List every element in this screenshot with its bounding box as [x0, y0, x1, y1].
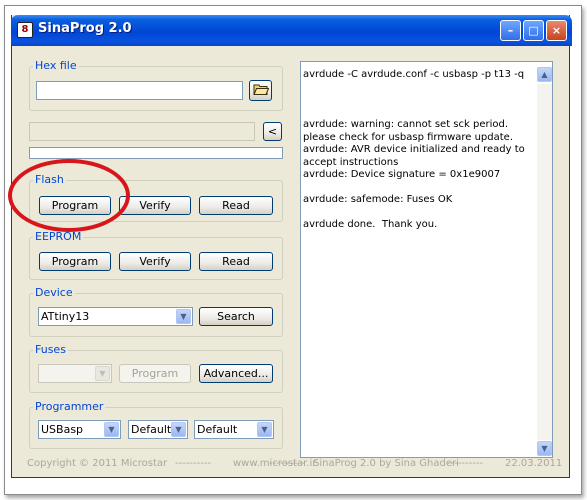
- fuses-program-button[interactable]: Program: [119, 364, 191, 383]
- eeprom-program-button[interactable]: Program: [39, 252, 111, 271]
- device-selected-value: ATtiny13: [41, 310, 90, 323]
- folder-open-icon: [252, 84, 269, 95]
- chevron-down-icon[interactable]: ▼: [104, 422, 119, 437]
- fuses-label: Fuses: [33, 343, 68, 356]
- hex-file-input[interactable]: [36, 81, 243, 100]
- device-search-button[interactable]: Search: [199, 307, 273, 326]
- chevron-down-icon[interactable]: ▼: [95, 366, 110, 381]
- scroll-up-button[interactable]: ▲: [537, 67, 552, 82]
- title-bar[interactable]: 8 SinaProg 2.0 – □ ×: [11, 15, 572, 46]
- status-separator: ----------: [447, 458, 484, 469]
- progress-bar: [29, 147, 283, 159]
- programmer-label: Programmer: [33, 400, 106, 413]
- status-separator: ----------: [269, 458, 306, 469]
- device-select[interactable]: ATtiny13 ▼: [38, 307, 193, 326]
- app-icon: 8: [17, 22, 33, 38]
- eeprom-group: EEPROM Program Verify Read: [29, 230, 283, 280]
- scrollbar-track[interactable]: [537, 84, 552, 440]
- hex-path-display: [29, 122, 255, 141]
- fuses-group: Fuses ▼ Program Advanced...: [29, 343, 283, 393]
- chevron-down-icon[interactable]: ▼: [176, 309, 191, 324]
- copyright-text: Copyright © 2011 Microstar: [27, 458, 168, 469]
- status-separator: ----------: [175, 458, 212, 469]
- version-text: SinaProg 2.0 by Sina Ghaderi: [313, 458, 459, 469]
- log-output[interactable]: avrdude -C avrdude.conf -c usbasp -p t13…: [300, 61, 553, 458]
- device-label: Device: [33, 286, 75, 299]
- eeprom-read-button[interactable]: Read: [199, 252, 273, 271]
- programmer-speed-value: Default: [197, 423, 238, 436]
- log-text: avrdude -C avrdude.conf -c usbasp -p t13…: [303, 69, 525, 230]
- fuses-advanced-button[interactable]: Advanced...: [199, 364, 273, 383]
- chevron-down-icon[interactable]: ▼: [257, 422, 272, 437]
- flash-verify-button[interactable]: Verify: [119, 196, 191, 215]
- highlight-circle: [8, 159, 130, 232]
- maximize-button[interactable]: □: [523, 20, 544, 41]
- eeprom-label: EEPROM: [33, 230, 84, 243]
- scroll-down-button[interactable]: ▼: [537, 441, 552, 456]
- window-title: SinaProg 2.0: [38, 21, 132, 36]
- collapse-log-button[interactable]: <: [263, 122, 282, 141]
- programmer-port-select[interactable]: Default ▼: [128, 420, 188, 439]
- device-group: Device ATtiny13 ▼ Search: [29, 286, 283, 337]
- fuses-select[interactable]: ▼: [38, 364, 112, 383]
- main-window: 8 SinaProg 2.0 – □ × Hex file < Flash Pr…: [11, 15, 572, 478]
- programmer-type-select[interactable]: USBasp ▼: [38, 420, 121, 439]
- programmer-speed-select[interactable]: Default ▼: [194, 420, 274, 439]
- close-button[interactable]: ×: [546, 20, 567, 41]
- minimize-button[interactable]: –: [500, 20, 521, 41]
- browse-button[interactable]: [249, 80, 272, 101]
- chevron-down-icon[interactable]: ▼: [171, 422, 186, 437]
- date-text: 22.03.2011: [505, 458, 563, 469]
- programmer-group: Programmer USBasp ▼ Default ▼ Default ▼: [29, 400, 283, 449]
- eeprom-verify-button[interactable]: Verify: [119, 252, 191, 271]
- flash-read-button[interactable]: Read: [199, 196, 273, 215]
- hex-file-label: Hex file: [33, 59, 79, 72]
- programmer-port-value: Default: [131, 423, 172, 436]
- programmer-type-value: USBasp: [41, 423, 84, 436]
- hex-file-group: Hex file: [29, 59, 283, 111]
